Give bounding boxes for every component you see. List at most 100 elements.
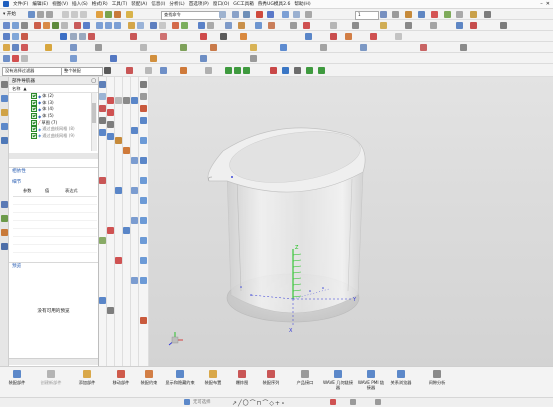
start-menu[interactable]: ▾ 开始	[3, 11, 16, 17]
sphere-icon[interactable]	[99, 129, 106, 136]
more-icon[interactable]	[460, 44, 467, 51]
menu-file[interactable]: 文件(F)	[11, 1, 30, 7]
tree-item[interactable]: ◈ 通过曲线网格 (8)	[31, 126, 91, 133]
product-interface-button[interactable]: 产品接口	[290, 367, 320, 398]
settings-icon[interactable]	[1, 81, 8, 88]
tree-hscrollbar[interactable]	[9, 153, 98, 159]
rectangle-icon[interactable]	[160, 33, 167, 40]
sketch-icon[interactable]	[184, 399, 190, 405]
layer-settings-icon[interactable]	[380, 11, 387, 18]
visibility-checkbox[interactable]	[31, 93, 37, 100]
through-curves-icon[interactable]	[131, 97, 138, 104]
assembly-constraint-button[interactable]: 装配约束	[136, 367, 162, 398]
assembly-nav-tab-icon[interactable]	[1, 95, 8, 102]
more-icon[interactable]	[500, 22, 507, 29]
hide-icon[interactable]	[456, 11, 463, 18]
color-icon[interactable]	[405, 11, 412, 18]
circle-draw-icon[interactable]	[107, 121, 114, 128]
groove-icon[interactable]	[99, 237, 106, 244]
measure-distance-icon[interactable]	[456, 22, 463, 29]
revolve-icon[interactable]	[43, 22, 50, 29]
trim-curve-icon[interactable]	[370, 33, 377, 40]
join-icon[interactable]	[430, 22, 437, 29]
control-point-icon[interactable]	[234, 67, 241, 74]
tree-item[interactable]: ◆ 体 (3)	[31, 99, 91, 107]
wave-geometry-linker-button[interactable]: WAVE 几何链接器	[322, 367, 354, 398]
gate-icon[interactable]	[180, 44, 187, 51]
point-set-icon[interactable]	[115, 187, 122, 194]
layer-icon[interactable]	[293, 11, 300, 18]
datum-point[interactable]	[322, 287, 324, 289]
more-icon[interactable]	[484, 11, 491, 18]
tree-item[interactable]: ◆ 体 (2)	[31, 93, 91, 100]
search-icon[interactable]	[219, 11, 226, 18]
view-orient-icon[interactable]	[243, 11, 250, 18]
end-point-icon[interactable]	[205, 67, 212, 74]
feature-icon[interactable]	[70, 55, 77, 62]
menu-analysis[interactable]: 分析(L)	[167, 1, 186, 7]
geometric-constraint-icon[interactable]	[330, 33, 337, 40]
roles-icon[interactable]	[1, 243, 8, 250]
datum-csys-icon[interactable]	[115, 137, 122, 144]
fillet-icon[interactable]	[88, 33, 95, 40]
arc-tool-icon[interactable]	[79, 33, 86, 40]
chamfer-icon[interactable]	[74, 22, 81, 29]
mirror-icon[interactable]	[137, 22, 144, 29]
clearance-analysis-button[interactable]: 间隙分析	[422, 367, 452, 398]
trim-icon[interactable]	[150, 22, 157, 29]
line-icon[interactable]	[207, 22, 214, 29]
menu-window[interactable]: 窗口(O)	[211, 1, 231, 7]
history-icon[interactable]	[1, 201, 8, 208]
thicken-icon[interactable]	[123, 147, 130, 154]
tree-item[interactable]: ╱ 草图 (7)	[31, 119, 91, 126]
analysis-icon[interactable]	[352, 22, 359, 29]
tree-item[interactable]: ◆ 体 (5)	[31, 113, 91, 120]
visibility-checkbox[interactable]	[31, 106, 37, 113]
select-icon[interactable]	[60, 33, 67, 40]
assembly-navigator-icon[interactable]	[3, 33, 10, 40]
move-layer-icon[interactable]	[392, 11, 399, 18]
wireframe-icon[interactable]	[140, 157, 147, 164]
circle-icon[interactable]	[130, 33, 137, 40]
visibility-checkbox[interactable]	[31, 99, 37, 106]
pick-icon[interactable]	[180, 67, 187, 74]
wire-icon[interactable]	[380, 22, 387, 29]
show-hide-constraints-button[interactable]: 显示和隐藏约束	[164, 367, 196, 398]
sweep-icon[interactable]	[268, 22, 275, 29]
wave-icon[interactable]	[250, 55, 257, 62]
bom-icon[interactable]	[320, 44, 327, 51]
boss-icon[interactable]	[99, 177, 106, 184]
undo-icon[interactable]	[37, 11, 44, 18]
subtract-icon[interactable]	[105, 22, 112, 29]
layout-icon[interactable]	[232, 11, 239, 18]
filter-icon[interactable]	[160, 67, 167, 74]
datum-axis-icon[interactable]	[115, 97, 122, 104]
menu-yanxiu[interactable]: 燕秀UG模具2.6	[256, 1, 293, 7]
visibility-checkbox[interactable]	[31, 113, 37, 120]
switch-window-icon[interactable]	[114, 11, 121, 18]
pattern-icon[interactable]	[128, 22, 135, 29]
text-icon[interactable]	[115, 257, 122, 264]
new-icon[interactable]	[3, 22, 10, 29]
zoom-icon[interactable]	[140, 93, 147, 100]
menu-preferences[interactable]: 首选项(P)	[187, 1, 211, 7]
arc-center-icon[interactable]	[270, 67, 277, 74]
grid-icon[interactable]	[470, 11, 477, 18]
show-icon[interactable]	[444, 11, 451, 18]
tree-item[interactable]: ◆ 体 (4)	[31, 106, 91, 113]
workpiece-icon[interactable]	[21, 44, 28, 51]
spline-draw-icon[interactable]	[107, 227, 114, 234]
check-icon[interactable]	[470, 22, 477, 29]
extend-curve-icon[interactable]	[395, 33, 402, 40]
exploded-view-button[interactable]: 爆炸图	[229, 367, 255, 398]
menu-gc-toolbox[interactable]: GC工具箱	[231, 1, 256, 7]
select-all-icon[interactable]	[126, 67, 133, 74]
shade-icon[interactable]	[267, 11, 274, 18]
favorites-icon[interactable]	[126, 11, 133, 18]
scope-filter-select[interactable]: 整个装配	[61, 67, 103, 76]
trimetric-icon[interactable]	[140, 177, 147, 184]
existing-point-icon[interactable]	[294, 67, 301, 74]
section-icon[interactable]	[330, 22, 337, 29]
section-view-icon[interactable]	[140, 317, 147, 324]
select-tool-icon[interactable]	[99, 81, 106, 88]
